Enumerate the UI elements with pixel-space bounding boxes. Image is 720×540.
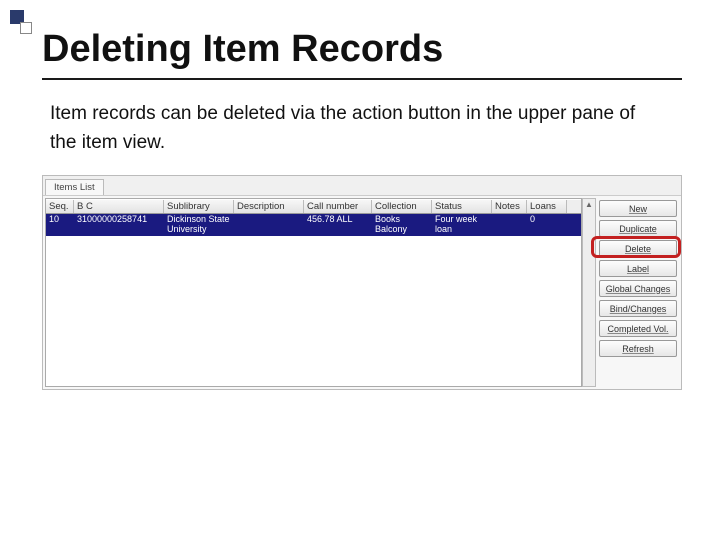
tab-row: Items List — [43, 176, 681, 196]
cell-collection: Books Balcony — [372, 214, 432, 236]
items-grid: Seq. B C Sublibrary Description Call num… — [45, 198, 582, 387]
refresh-button[interactable]: Refresh — [599, 340, 677, 357]
chevron-up-icon: ▲ — [585, 200, 593, 209]
col-status[interactable]: Status — [432, 200, 492, 213]
column-headers: Seq. B C Sublibrary Description Call num… — [46, 199, 581, 214]
embedded-screenshot: Items List Seq. B C Sublibrary Descripti… — [42, 175, 682, 390]
col-description[interactable]: Description — [234, 200, 304, 213]
slide-title: Deleting Item Records — [42, 28, 443, 71]
cell-description — [234, 214, 304, 236]
cell-notes — [492, 214, 527, 236]
cell-sublibrary: Dickinson State University — [164, 214, 234, 236]
grid-empty-area — [46, 236, 581, 386]
new-button[interactable]: New — [599, 200, 677, 217]
tab-items-list[interactable]: Items List — [45, 179, 104, 195]
bind-changes-button[interactable]: Bind/Changes — [599, 300, 677, 317]
col-seq[interactable]: Seq. — [46, 200, 74, 213]
col-collection[interactable]: Collection — [372, 200, 432, 213]
cell-callnumber: 456.78 ALL — [304, 214, 372, 236]
vertical-scrollbar[interactable]: ▲ — [582, 198, 596, 387]
bullet-outline — [20, 22, 32, 34]
delete-button[interactable]: Delete — [599, 240, 677, 257]
table-area: Seq. B C Sublibrary Description Call num… — [43, 196, 681, 389]
cell-seq: 10 — [46, 214, 74, 236]
cell-loans: 0 — [527, 214, 567, 236]
col-callnumber[interactable]: Call number — [304, 200, 372, 213]
label-button[interactable]: Label — [599, 260, 677, 277]
slide-bullet-deco — [8, 8, 40, 40]
slide-blurb: Item records can be deleted via the acti… — [50, 100, 650, 157]
action-button-column: New Duplicate Delete Label Global Change… — [595, 196, 681, 389]
title-underline — [42, 78, 682, 80]
completed-vol-button[interactable]: Completed Vol. — [599, 320, 677, 337]
col-sublibrary[interactable]: Sublibrary — [164, 200, 234, 213]
duplicate-button[interactable]: Duplicate — [599, 220, 677, 237]
col-notes[interactable]: Notes — [492, 200, 527, 213]
global-changes-button[interactable]: Global Changes — [599, 280, 677, 297]
table-row[interactable]: 10 31000000258741 Dickinson State Univer… — [46, 214, 581, 236]
cell-barcode: 31000000258741 — [74, 214, 164, 236]
cell-status: Four week loan — [432, 214, 492, 236]
col-loans[interactable]: Loans — [527, 200, 567, 213]
col-barcode[interactable]: B C — [74, 200, 164, 213]
